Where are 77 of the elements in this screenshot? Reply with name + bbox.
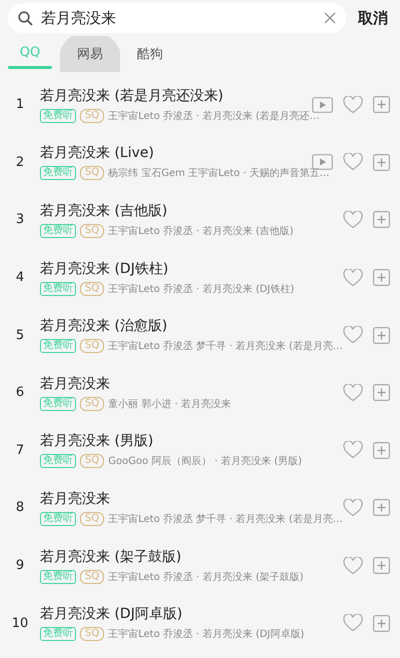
quality-badge: SQ [80, 339, 104, 354]
heart-icon[interactable] [343, 210, 363, 229]
quality-badge: SQ [80, 166, 104, 180]
track-number: 4 [14, 270, 26, 286]
add-icon[interactable] [373, 269, 390, 286]
song-title[interactable]: 若月亮没来 [40, 374, 313, 393]
track-number: 7 [14, 442, 26, 458]
song-meta: 王宇宙Leto 乔浚丞 梦千寻 · 若月亮没来 (若是月亮… [108, 340, 343, 354]
song-title[interactable]: 若月亮没来 (男版) [40, 432, 313, 450]
free-badge: 免费听 [40, 224, 76, 238]
heart-icon[interactable] [343, 268, 363, 287]
heart-icon[interactable] [343, 614, 363, 632]
heart-icon[interactable] [343, 153, 363, 172]
cancel-button[interactable]: 取消 [354, 8, 392, 28]
add-icon[interactable] [373, 557, 390, 574]
heart-icon[interactable] [343, 96, 363, 114]
search-field[interactable]: 若月亮没来 [8, 3, 346, 33]
add-icon[interactable] [373, 326, 390, 344]
free-badge: 免费听 [40, 339, 76, 354]
video-icon[interactable] [312, 96, 333, 113]
track-number: 8 [14, 500, 26, 516]
song-title[interactable]: 若月亮没来 (DJ阿卓版) [40, 605, 313, 624]
quality-badge: SQ [80, 224, 104, 238]
song-meta: 王宇宙Leto 乔浚丞 · 若月亮没来 (DJ阿卓版) [108, 628, 304, 642]
clear-icon[interactable] [324, 12, 336, 24]
song-meta: 王宇宙Leto 乔浚丞 · 若月亮没来 (DJ铁柱) [108, 282, 294, 296]
track-number: 2 [14, 154, 26, 170]
free-badge: 免费听 [40, 570, 76, 584]
free-badge: 免费听 [40, 108, 76, 123]
track-number: 5 [14, 328, 26, 343]
quality-badge: SQ [80, 282, 104, 296]
add-icon[interactable] [373, 614, 390, 632]
free-badge: 免费听 [40, 396, 76, 411]
add-icon[interactable] [373, 211, 390, 228]
track-number: 9 [14, 558, 26, 574]
track-number: 3 [14, 212, 26, 228]
quality-badge: SQ [80, 108, 104, 123]
add-icon[interactable] [373, 384, 390, 402]
song-title[interactable]: 若月亮没来 (架子鼓版) [40, 548, 313, 566]
quality-badge: SQ [80, 396, 104, 411]
free-badge: 免费听 [40, 166, 76, 180]
heart-icon[interactable] [343, 384, 363, 402]
track-number: 10 [10, 616, 30, 631]
song-title[interactable]: 若月亮没来 (治愈版) [40, 317, 313, 336]
track-number: 6 [14, 385, 26, 400]
song-title[interactable]: 若月亮没来 (吉他版) [40, 202, 313, 220]
quality-badge: SQ [80, 570, 104, 584]
heart-icon[interactable] [343, 498, 363, 517]
song-meta: 王宇宙Leto 乔浚丞 · 若月亮没来 (架子鼓版) [108, 570, 304, 584]
song-meta: 王宇宙Leto 乔浚丞 梦千寻 · 若月亮没来 (若是月亮… [108, 512, 343, 526]
song-meta: 杨宗纬 宝石Gem 王宇宙Leto · 天赐的声音第五… [108, 166, 330, 180]
free-badge: 免费听 [40, 282, 76, 296]
song-meta: 王宇宙Leto 乔浚丞 · 若月亮没来 (若是月亮还… [108, 110, 320, 123]
song-title[interactable]: 若月亮没来 (Live) [40, 144, 312, 162]
free-badge: 免费听 [40, 512, 76, 526]
add-icon[interactable] [373, 499, 390, 516]
heart-icon[interactable] [343, 326, 363, 344]
free-badge: 免费听 [40, 454, 76, 468]
heart-icon[interactable] [343, 556, 363, 575]
song-title[interactable]: 若月亮没来 (DJ铁柱) [40, 260, 313, 278]
add-icon[interactable] [373, 154, 390, 171]
free-badge: 免费听 [40, 627, 76, 642]
tab[interactable]: 网易 [60, 36, 120, 72]
quality-badge: SQ [80, 512, 104, 526]
add-icon[interactable] [373, 442, 390, 459]
song-meta: 童小丽 郭小进 · 若月亮没来 [108, 398, 231, 411]
song-meta: GooGoo 阿辰（阎辰） · 若月亮没来 (男版) [108, 454, 302, 468]
quality-badge: SQ [80, 454, 104, 468]
track-number: 1 [14, 97, 26, 112]
song-title[interactable]: 若月亮没来 [40, 490, 313, 508]
song-title[interactable]: 若月亮没来 (若是月亮还没来) [40, 86, 312, 105]
song-meta: 王宇宙Leto 乔浚丞 · 若月亮没来 (吉他版) [108, 224, 294, 238]
heart-icon[interactable] [343, 441, 363, 460]
add-icon[interactable] [373, 96, 390, 114]
search-icon [18, 10, 33, 26]
quality-badge: SQ [80, 627, 104, 642]
tab[interactable]: 酷狗 [120, 36, 180, 72]
